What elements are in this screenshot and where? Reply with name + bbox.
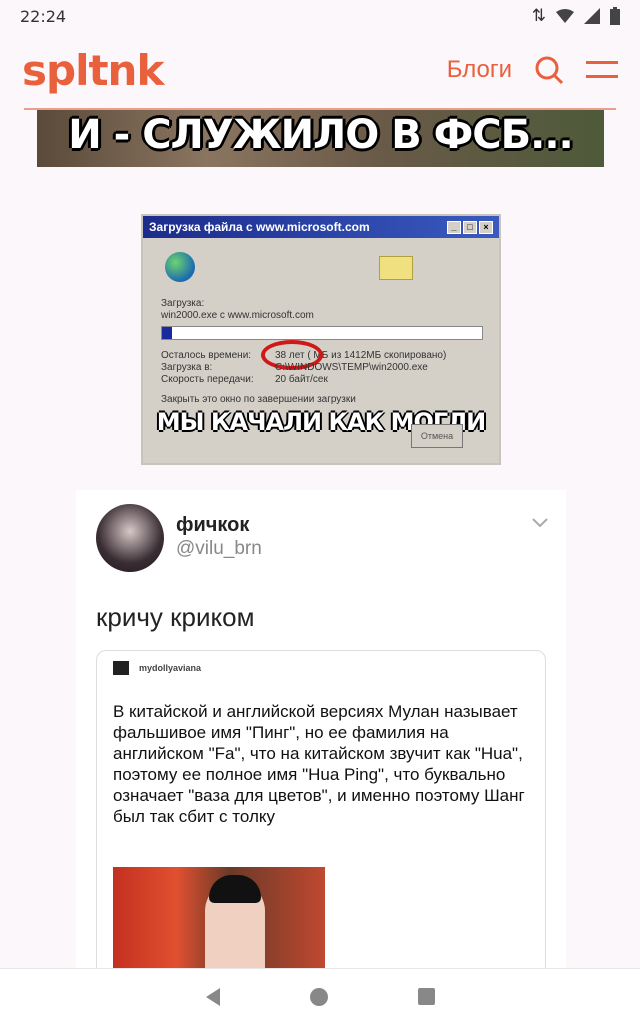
hair-shape [209, 875, 261, 903]
status-icons: ⇅ [532, 6, 620, 26]
minimize-icon: _ [447, 220, 461, 234]
signal-icon [584, 8, 600, 24]
meme-image-download: Загрузка файла с www.microsoft.com _ □ ×… [141, 214, 501, 465]
status-time: 22:24 [20, 6, 67, 26]
recent-apps-icon[interactable] [417, 988, 435, 1005]
home-icon[interactable] [309, 987, 328, 1006]
system-nav-bar [0, 968, 640, 1024]
window-title: Загрузка файла с www.microsoft.com [149, 220, 370, 234]
site-logo[interactable]: spltnk [22, 46, 447, 95]
menu-icon[interactable] [586, 59, 618, 81]
close-checkbox: Закрыть это окно по завершении загрузки [161, 394, 356, 405]
globe-icon [165, 252, 195, 282]
cancel-button: Отмена [411, 424, 463, 448]
meme-caption: И - СЛУЖИЛО В ФСБ... [68, 112, 573, 158]
progress-fill [162, 327, 172, 339]
quote-text: В китайской и английской версиях Мулан н… [113, 702, 525, 826]
meme-image-fsb: И - СЛУЖИЛО В ФСБ... [37, 110, 604, 167]
quote-username: mydollyaviana [139, 663, 202, 673]
data-arrows-icon: ⇅ [531, 6, 546, 25]
tweet-author-name[interactable]: фичкок [176, 514, 249, 537]
search-icon[interactable] [534, 55, 564, 85]
tweet-author-handle[interactable]: @vilu_brn [176, 538, 262, 560]
maximize-icon: □ [463, 220, 477, 234]
remaining-label: Осталось времени: [161, 350, 252, 361]
target-value: C:\WINDOWS\TEMP\win2000.exe [275, 362, 428, 373]
blogs-link[interactable]: Блоги [447, 56, 512, 84]
mulan-image [113, 867, 325, 968]
target-label: Загрузка в: [161, 362, 213, 373]
download-progress [161, 326, 483, 340]
close-icon: × [479, 220, 493, 234]
loading-label: Загрузка: [161, 298, 205, 309]
battery-icon [610, 7, 620, 25]
site-header: spltnk Блоги [0, 32, 640, 108]
speed-label: Скорость передачи: [161, 374, 254, 385]
quoted-post[interactable]: mydollyaviana В китайской и английской в… [96, 650, 546, 968]
chevron-down-icon[interactable] [532, 518, 548, 528]
avatar[interactable] [96, 504, 164, 572]
status-bar: 22:24 ⇅ [0, 0, 640, 32]
article-content: И - СЛУЖИЛО В ФСБ... Загрузка файла с ww… [0, 110, 640, 968]
file-line: win2000.exe с www.microsoft.com [161, 310, 314, 321]
wifi-icon [556, 9, 574, 23]
speed-value: 20 байт/сек [275, 374, 328, 385]
folder-icon [379, 256, 413, 280]
embedded-tweet: фичкок @vilu_brn кричу криком mydollyavi… [76, 490, 566, 968]
window-title-bar: Загрузка файла с www.microsoft.com _ □ × [143, 216, 499, 238]
tweet-text: кричу криком [96, 602, 255, 632]
back-icon[interactable] [205, 987, 220, 1006]
quote-avatar [113, 661, 129, 675]
